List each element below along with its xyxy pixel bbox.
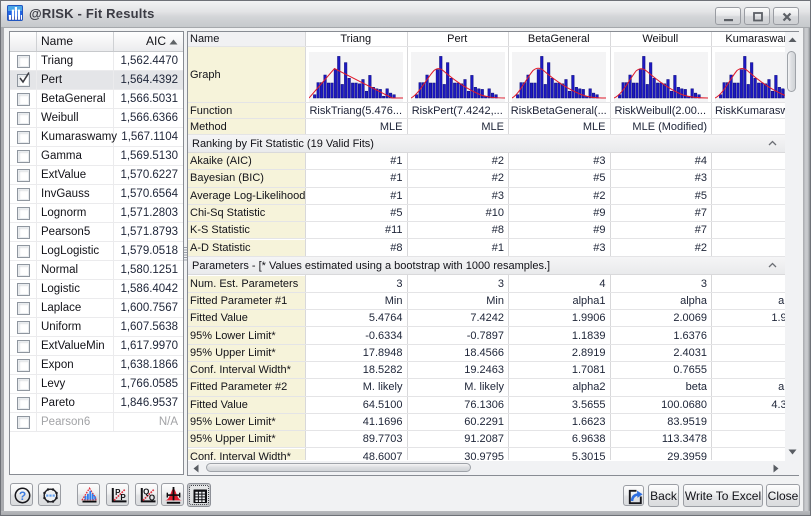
svg-text:P: P (120, 493, 126, 502)
svg-text:?: ? (19, 489, 26, 503)
svg-text:Q: Q (149, 494, 155, 503)
